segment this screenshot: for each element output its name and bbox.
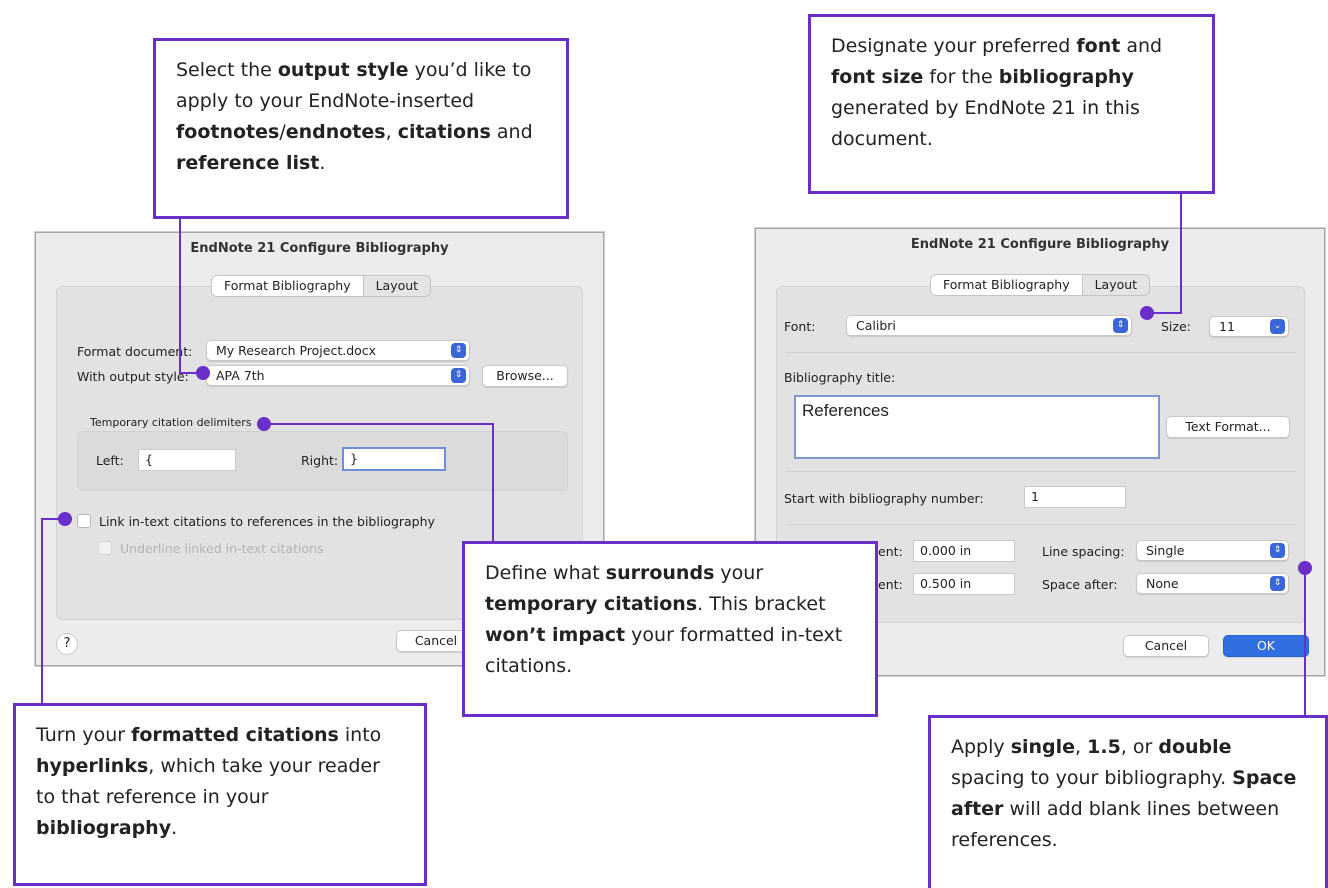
delimiters-header: Temporary citation delimiters bbox=[90, 416, 252, 429]
left-delimiter-label: Left: bbox=[96, 453, 124, 468]
size-value: 11 bbox=[1219, 319, 1235, 334]
size-label: Size: bbox=[1161, 319, 1191, 334]
line-spacing-label: Line spacing: bbox=[1042, 544, 1125, 559]
space-after-select[interactable]: None ⇕ bbox=[1136, 573, 1289, 594]
start-number-field[interactable]: 1 bbox=[1024, 486, 1126, 508]
connector-line bbox=[269, 423, 493, 425]
browse-button[interactable]: Browse... bbox=[482, 365, 568, 387]
callout-spacing: Apply single, 1.5, or double spacing to … bbox=[928, 715, 1328, 888]
connector-line bbox=[41, 518, 43, 705]
start-number-label: Start with bibliography number: bbox=[784, 491, 984, 506]
dialog-title: EndNote 21 Configure Bibliography bbox=[190, 241, 449, 256]
space-after-value: None bbox=[1146, 576, 1179, 591]
font-value: Calibri bbox=[856, 318, 896, 333]
ok-button[interactable]: OK bbox=[1223, 635, 1309, 657]
left-delimiter-field[interactable]: { bbox=[138, 449, 236, 471]
output-style-select[interactable]: APA 7th ⇕ bbox=[206, 365, 470, 386]
callout-delimiters: Define what surrounds your temporary cit… bbox=[462, 541, 878, 717]
up-down-chevron-icon: ⇕ bbox=[1113, 318, 1128, 333]
connector-dot bbox=[1298, 561, 1312, 575]
connector-dot bbox=[1140, 306, 1154, 320]
callout-output-style: Select the output style you’d like to ap… bbox=[153, 38, 569, 219]
up-down-chevron-icon: ⇕ bbox=[1270, 543, 1285, 558]
right-delimiter-field[interactable]: } bbox=[342, 447, 446, 471]
text-format-button[interactable]: Text Format... bbox=[1166, 416, 1290, 438]
callout-hyperlinks: Turn your formatted citations into hyper… bbox=[13, 703, 427, 886]
hanging-indent-label: ent: bbox=[878, 577, 903, 592]
divider bbox=[786, 352, 1296, 353]
tab-format-bibliography[interactable]: Format Bibliography bbox=[931, 275, 1083, 295]
format-document-value: My Research Project.docx bbox=[216, 343, 377, 358]
right-delimiter-label: Right: bbox=[301, 453, 339, 468]
bibliography-title-label: Bibliography title: bbox=[784, 370, 896, 385]
first-line-indent-label: ent: bbox=[878, 544, 903, 559]
connector-line bbox=[179, 219, 181, 373]
up-down-chevron-icon: ⇕ bbox=[451, 368, 466, 383]
line-spacing-value: Single bbox=[1146, 543, 1185, 558]
connector-dot bbox=[58, 512, 72, 526]
format-document-label: Format document: bbox=[77, 344, 193, 359]
tab-layout[interactable]: Layout bbox=[1083, 275, 1149, 295]
link-citations-label: Link in-text citations to references in … bbox=[99, 514, 435, 529]
output-style-label: With output style: bbox=[77, 369, 189, 384]
dialog-title: EndNote 21 Configure Bibliography bbox=[910, 237, 1170, 252]
output-style-value: APA 7th bbox=[216, 368, 265, 383]
link-citations-checkbox[interactable] bbox=[77, 514, 91, 528]
divider bbox=[786, 471, 1296, 472]
space-after-label: Space after: bbox=[1042, 577, 1118, 592]
up-down-chevron-icon: ⇕ bbox=[1270, 576, 1285, 591]
underline-links-checkbox bbox=[98, 541, 112, 555]
chevron-down-icon: ⌄ bbox=[1270, 319, 1285, 334]
tab-format-bibliography[interactable]: Format Bibliography bbox=[212, 276, 364, 296]
divider bbox=[786, 524, 1296, 525]
connector-dot bbox=[196, 366, 210, 380]
cancel-button[interactable]: Cancel bbox=[1123, 635, 1209, 657]
bibliography-title-field[interactable]: References bbox=[794, 395, 1160, 459]
tab-bar: Format Bibliography Layout bbox=[211, 275, 432, 297]
underline-links-label: Underline linked in-text citations bbox=[120, 541, 324, 556]
tab-layout[interactable]: Layout bbox=[364, 276, 430, 296]
format-document-select[interactable]: My Research Project.docx ⇕ bbox=[206, 340, 470, 361]
callout-font: Designate your preferred font and font s… bbox=[808, 14, 1215, 194]
hanging-indent-field[interactable]: 0.500 in bbox=[913, 573, 1015, 595]
connector-line bbox=[1304, 568, 1306, 717]
help-button[interactable]: ? bbox=[56, 633, 78, 655]
tab-bar: Format Bibliography Layout bbox=[930, 274, 1151, 296]
font-label: Font: bbox=[784, 319, 816, 334]
font-select[interactable]: Calibri ⇕ bbox=[846, 315, 1132, 336]
connector-dot bbox=[257, 417, 271, 431]
line-spacing-select[interactable]: Single ⇕ bbox=[1136, 540, 1289, 561]
first-line-indent-field[interactable]: 0.000 in bbox=[913, 540, 1015, 562]
up-down-chevron-icon: ⇕ bbox=[451, 343, 466, 358]
connector-line bbox=[1180, 194, 1182, 313]
size-select[interactable]: 11 ⌄ bbox=[1209, 316, 1289, 337]
connector-line bbox=[492, 423, 494, 543]
